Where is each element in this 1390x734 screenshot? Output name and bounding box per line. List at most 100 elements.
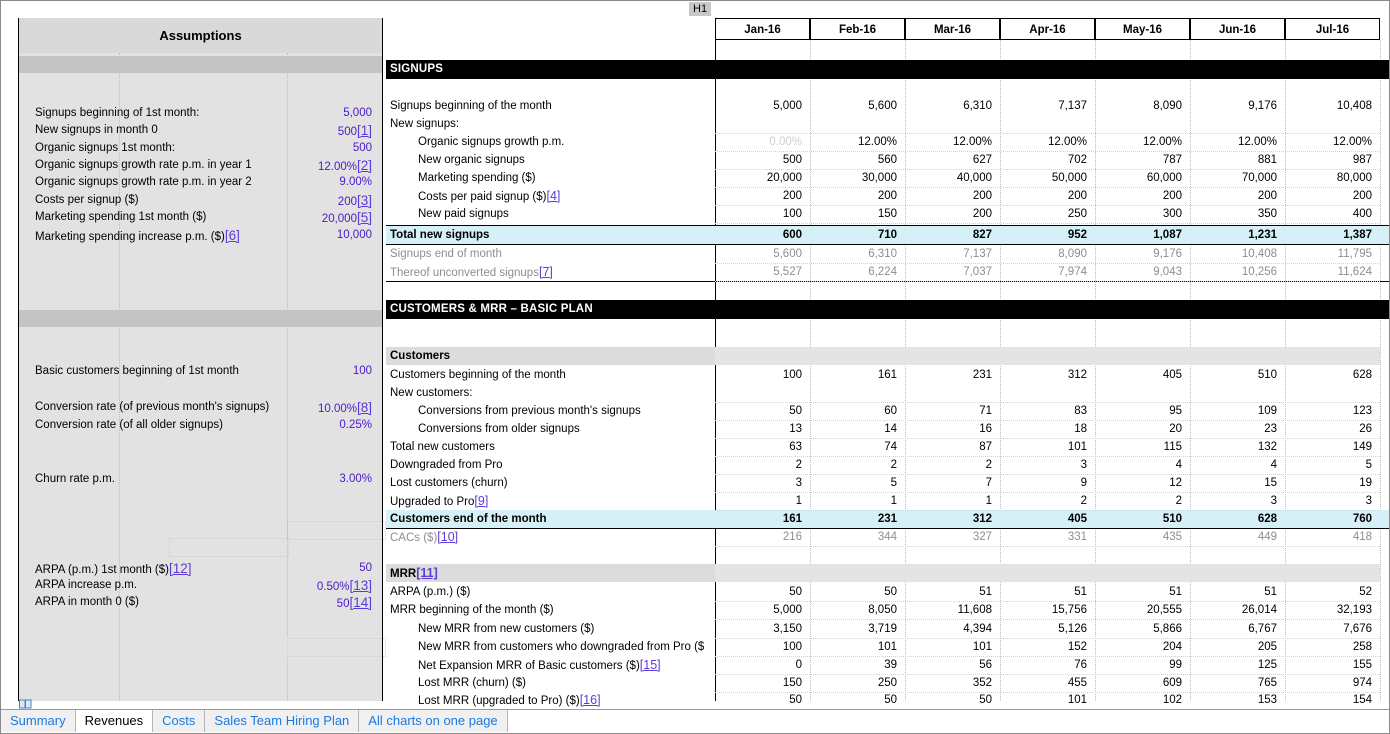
table-cell[interactable]: 4,394 [905, 620, 1000, 638]
column-header-jan-16[interactable]: Jan-16 [715, 18, 810, 40]
table-cell[interactable]: 9,043 [1095, 263, 1190, 281]
table-cell[interactable]: 4 [1190, 456, 1285, 474]
table-cell[interactable]: 200 [1000, 187, 1095, 205]
table-cell[interactable]: 5,000 [715, 97, 810, 115]
table-cell[interactable]: 6,310 [810, 245, 905, 263]
footnote-ref[interactable]: [16] [580, 693, 601, 707]
table-cell[interactable]: 3 [1000, 456, 1095, 474]
table-cell[interactable]: 60,000 [1095, 169, 1190, 187]
table-cell[interactable]: 331 [1000, 528, 1095, 546]
table-cell[interactable]: 7,676 [1285, 620, 1380, 638]
table-cell[interactable]: 20,555 [1095, 601, 1190, 619]
table-cell[interactable]: 500 [715, 151, 810, 169]
table-cell[interactable]: 101 [905, 638, 1000, 656]
table-cell[interactable]: 56 [905, 656, 1000, 674]
table-row[interactable]: Lost MRR (upgraded to Pro) ($)[16] 50 50 50… [386, 691, 1389, 710]
table-cell[interactable]: 83 [1000, 402, 1095, 420]
assumption-value[interactable]: 10,000 [337, 227, 372, 244]
table-cell[interactable]: 99 [1095, 656, 1190, 674]
assumption-value[interactable]: 500 [353, 140, 372, 157]
table-cell[interactable]: 70,000 [1190, 169, 1285, 187]
assumption-row[interactable]: Basic customers beginning of 1st month 10… [19, 363, 382, 380]
table-row[interactable]: Customers end of the month 161 231 312 405 51… [386, 510, 1389, 529]
table-cell[interactable]: 312 [1000, 366, 1095, 384]
table-cell[interactable]: 216 [715, 528, 810, 546]
table-cell[interactable]: 231 [810, 510, 905, 528]
table-cell[interactable]: 3 [1285, 492, 1380, 510]
table-cell[interactable]: 161 [810, 366, 905, 384]
table-cell[interactable]: 8,090 [1095, 97, 1190, 115]
table-cell[interactable]: 51 [1000, 583, 1095, 601]
table-row[interactable]: New MRR from new customers ($) 3,150 3,719… [386, 620, 1389, 638]
table-cell[interactable]: 5 [1285, 456, 1380, 474]
table-cell[interactable]: 405 [1000, 510, 1095, 528]
table-cell[interactable]: 6,310 [905, 97, 1000, 115]
table-row[interactable]: Conversions from previous month's signup… [386, 402, 1389, 420]
table-cell[interactable]: 710 [810, 226, 905, 244]
table-row[interactable]: MRR beginning of the month ($) 5,000 8,050… [386, 601, 1389, 619]
table-cell[interactable]: 7,137 [1000, 97, 1095, 115]
table-cell[interactable]: 101 [810, 638, 905, 656]
table-cell[interactable]: 100 [715, 205, 810, 223]
table-cell[interactable]: 5 [810, 474, 905, 492]
table-cell[interactable]: 12 [1095, 474, 1190, 492]
table-cell[interactable]: 12.00% [905, 133, 1000, 151]
table-cell[interactable]: 1,231 [1190, 226, 1285, 244]
table-row[interactable]: CACs ($)[10] 216 344 327 331 435 449 418 [386, 528, 1389, 546]
table-cell[interactable]: 51 [1190, 583, 1285, 601]
table-row[interactable]: Signups beginning of the month 5,000 5,600… [386, 97, 1389, 115]
table-cell[interactable]: 827 [905, 226, 1000, 244]
table-cell[interactable]: 200 [810, 187, 905, 205]
table-cell[interactable]: 13 [715, 420, 810, 438]
table-cell[interactable]: 16 [905, 420, 1000, 438]
table-cell[interactable]: 19 [1285, 474, 1380, 492]
assumption-row[interactable]: Conversion rate (of previous month's sig… [19, 399, 382, 416]
table-cell[interactable]: 200 [905, 205, 1000, 223]
table-cell[interactable]: 200 [1190, 187, 1285, 205]
table-cell[interactable]: 1,387 [1285, 226, 1380, 244]
assumption-value[interactable]: 50[14] [337, 594, 372, 613]
table-cell[interactable]: 258 [1285, 638, 1380, 656]
table-row[interactable]: Lost customers (churn) 3 5 7 9 12 15 19 [386, 474, 1389, 492]
table-cell[interactable]: 9,176 [1190, 97, 1285, 115]
table-cell[interactable]: 9 [1000, 474, 1095, 492]
table-cell[interactable]: 150 [715, 674, 810, 692]
table-cell[interactable]: 15,756 [1000, 601, 1095, 619]
footnote-ref[interactable]: [8] [357, 400, 372, 415]
footnote-ref[interactable]: [7] [539, 265, 553, 279]
table-cell[interactable]: 7,037 [905, 263, 1000, 281]
table-cell[interactable]: 628 [1190, 510, 1285, 528]
table-row[interactable]: Downgraded from Pro 2 2 2 3 4 4 5 [386, 456, 1389, 474]
table-cell[interactable]: 7,137 [905, 245, 1000, 263]
table-row[interactable]: Costs per paid signup ($)[4] 200 200 200 200… [386, 187, 1389, 205]
table-row[interactable]: New customers: [386, 384, 1389, 402]
table-cell[interactable]: 8,090 [1000, 245, 1095, 263]
assumption-row[interactable]: ARPA in month 0 ($) 50[14] [19, 594, 382, 611]
table-cell[interactable]: 50 [715, 583, 810, 601]
table-cell[interactable]: 14 [810, 420, 905, 438]
table-cell[interactable]: 50 [715, 691, 810, 709]
table-cell[interactable]: 149 [1285, 438, 1380, 456]
table-cell[interactable]: 5,126 [1000, 620, 1095, 638]
table-cell[interactable]: 50 [905, 691, 1000, 709]
table-row[interactable]: Thereof unconverted signups[7] 5,527 6,224… [386, 263, 1389, 282]
table-row[interactable]: New organic signups 500 560 627 702 787 881 987 [386, 151, 1389, 169]
table-cell[interactable]: 200 [715, 187, 810, 205]
footnote-ref[interactable]: [10] [437, 530, 458, 544]
table-cell[interactable]: 155 [1285, 656, 1380, 674]
column-header-jun-16[interactable]: Jun-16 [1190, 18, 1285, 40]
table-cell[interactable]: 1 [715, 492, 810, 510]
table-row[interactable]: Total new customers 63 74 87 101 115 132 149 [386, 438, 1389, 456]
table-cell[interactable]: 2 [715, 456, 810, 474]
table-cell[interactable]: 702 [1000, 151, 1095, 169]
footnote-ref[interactable]: [2] [357, 158, 372, 173]
assumption-row[interactable]: Signups beginning of 1st month: 5,000 [19, 105, 382, 122]
table-cell[interactable]: 51 [905, 583, 1000, 601]
table-cell[interactable]: 101 [1000, 438, 1095, 456]
footnote-ref[interactable]: [12] [169, 561, 192, 576]
table-cell[interactable]: 0.00% [715, 133, 810, 151]
table-cell[interactable]: 12.00% [1000, 133, 1095, 151]
table-row[interactable]: New signups: [386, 115, 1389, 133]
table-cell[interactable]: 39 [810, 656, 905, 674]
table-cell[interactable]: 109 [1190, 402, 1285, 420]
